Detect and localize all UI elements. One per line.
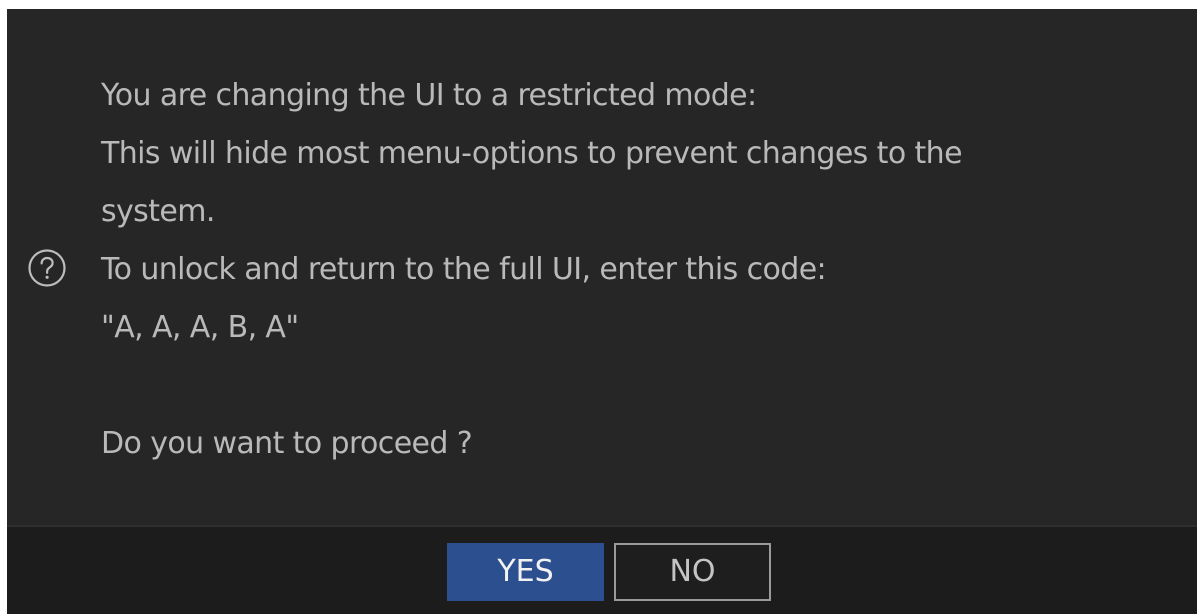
unlock-code: "A, A, A, B, A" <box>101 310 299 345</box>
proceed-question: Do you want to proceed ? <box>101 426 473 461</box>
dialog-body: You are changing the UI to a restricted … <box>7 9 1197 525</box>
message-spacer <box>101 357 1181 415</box>
message-line-4: To unlock and return to the full UI, ent… <box>101 252 827 287</box>
restricted-mode-dialog: You are changing the UI to a restricted … <box>7 9 1197 614</box>
no-button[interactable]: NO <box>614 543 771 601</box>
dialog-message: You are changing the UI to a restricted … <box>101 67 1181 473</box>
question-circle-icon <box>27 248 67 288</box>
message-line-1: You are changing the UI to a restricted … <box>101 78 757 113</box>
message-line-3: system. <box>101 194 215 229</box>
message-line-2: This will hide most menu-options to prev… <box>101 136 963 171</box>
yes-button[interactable]: YES <box>447 543 604 601</box>
dialog-button-bar: YES NO <box>7 527 1197 614</box>
